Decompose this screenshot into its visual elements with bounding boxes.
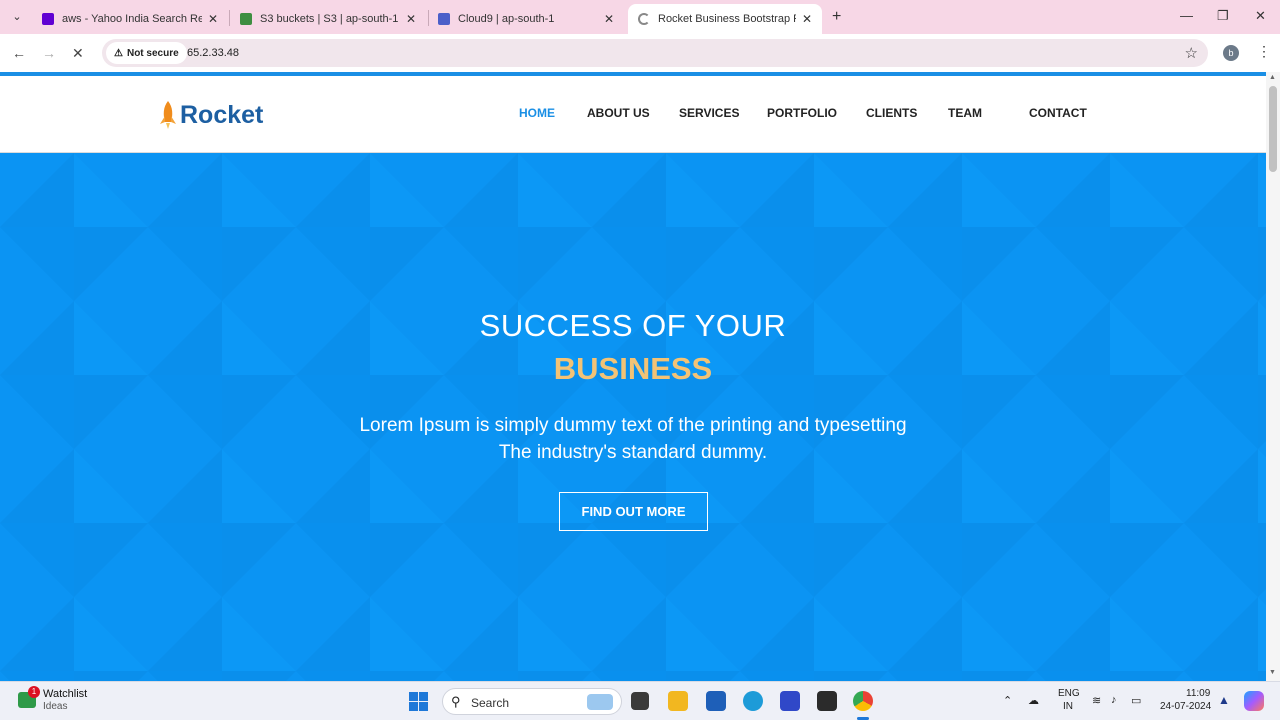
bookmark-star-icon[interactable]: ☆ bbox=[1185, 44, 1198, 62]
minimize-icon[interactable]: — bbox=[1180, 8, 1193, 23]
nav-services[interactable]: SERVICES bbox=[679, 106, 739, 120]
language-indicator[interactable]: ENG bbox=[1058, 688, 1080, 699]
new-tab-plus-icon[interactable]: + bbox=[832, 8, 841, 26]
region-indicator: IN bbox=[1063, 701, 1073, 712]
browser-tab-strip: ⌄ aws - Yahoo India Search Results ✕ S3 … bbox=[0, 0, 1280, 34]
scrollbar-thumb[interactable] bbox=[1269, 86, 1277, 172]
nav-clients[interactable]: CLIENTS bbox=[866, 106, 917, 120]
tab-s3-buckets[interactable]: S3 buckets | S3 | ap-south-1 ✕ bbox=[230, 4, 428, 34]
hero-title-highlight: BUSINESS bbox=[553, 351, 713, 386]
tab-cloud9[interactable]: Cloud9 | ap-south-1 ✕ bbox=[428, 4, 626, 34]
tab-label: Cloud9 | ap-south-1 bbox=[458, 13, 555, 25]
hero-section: SUCCESS OF YOUR BUSINESS Lorem Ipsum is … bbox=[0, 153, 1266, 681]
find-out-more-button[interactable]: FIND OUT MORE bbox=[559, 492, 708, 531]
notification-badge: 1 bbox=[28, 686, 40, 698]
vscode-like-app-icon[interactable] bbox=[780, 691, 800, 711]
clock-date: 24-07-2024 bbox=[1160, 701, 1212, 712]
cloud9-icon bbox=[438, 13, 450, 25]
widget-subtitle: Ideas bbox=[43, 701, 68, 712]
s3-icon bbox=[240, 13, 252, 25]
tab-label: aws - Yahoo India Search Results bbox=[62, 13, 202, 25]
browser-menu-icon[interactable]: ⋮ bbox=[1257, 43, 1271, 60]
tab-rocket-active[interactable]: Rocket Business Bootstrap Free ✕ bbox=[628, 4, 822, 34]
nav-team[interactable]: TEAM bbox=[948, 106, 982, 120]
hero-subtitle: Lorem Ipsum is simply dummy text of the … bbox=[359, 415, 907, 436]
windows-start-icon[interactable] bbox=[409, 692, 428, 711]
site-logo[interactable]: Rocket bbox=[158, 100, 263, 130]
close-icon[interactable]: ✕ bbox=[802, 12, 812, 26]
tab-yahoo[interactable]: aws - Yahoo India Search Results ✕ bbox=[32, 4, 228, 34]
widget-title[interactable]: Watchlist bbox=[43, 688, 87, 700]
tab-search-chevron-icon[interactable]: ⌄ bbox=[8, 8, 26, 26]
close-icon[interactable]: ✕ bbox=[406, 12, 416, 26]
microsoft-store-icon[interactable] bbox=[706, 691, 726, 711]
tab-label: S3 buckets | S3 | ap-south-1 bbox=[260, 13, 399, 25]
security-label: Not secure bbox=[126, 47, 179, 59]
profile-avatar[interactable]: b bbox=[1223, 45, 1239, 61]
file-explorer-icon[interactable] bbox=[668, 691, 688, 711]
battery-icon[interactable]: ▭ bbox=[1131, 694, 1141, 707]
page-scrollbar[interactable]: ▲ ▼ bbox=[1266, 72, 1280, 681]
address-bar[interactable]: ⚠ Not secure 65.2.33.48 ☆ bbox=[102, 39, 1208, 67]
scroll-down-icon[interactable]: ▼ bbox=[1269, 669, 1276, 676]
web-page: Rocket HOME ABOUT US SERVICES PORTFOLIO … bbox=[0, 72, 1266, 681]
browser-toolbar: ← → ✕ ⚠ Not secure 65.2.33.48 ☆ b ⋮ bbox=[0, 34, 1280, 72]
back-arrow-icon[interactable]: ← bbox=[12, 45, 26, 61]
tab-label: Rocket Business Bootstrap Free bbox=[658, 13, 796, 25]
nav-about-us[interactable]: ABOUT US bbox=[587, 106, 650, 120]
wifi-icon[interactable]: ≋ bbox=[1092, 694, 1101, 707]
nav-contact[interactable]: CONTACT bbox=[1029, 106, 1087, 120]
search-placeholder: Search bbox=[471, 696, 510, 710]
copilot-icon[interactable] bbox=[1244, 691, 1264, 711]
window-close-icon[interactable]: ✕ bbox=[1255, 8, 1266, 24]
nav-home[interactable]: HOME bbox=[519, 106, 555, 120]
hero-title: SUCCESS OF YOUR bbox=[479, 308, 787, 343]
site-header: Rocket HOME ABOUT US SERVICES PORTFOLIO … bbox=[0, 76, 1266, 153]
search-highlight-icon bbox=[587, 694, 613, 710]
windows-taskbar: 1 Watchlist Ideas ⚲ Search ⌃ ☁ ENG IN ≋ … bbox=[0, 681, 1280, 720]
terminal-app-icon[interactable] bbox=[817, 691, 837, 711]
url-text[interactable]: 65.2.33.48 bbox=[187, 47, 239, 59]
warning-icon: ⚠ bbox=[114, 47, 123, 59]
loading-icon bbox=[638, 13, 650, 25]
taskbar-search-box[interactable]: ⚲ Search bbox=[442, 688, 622, 715]
speaker-icon[interactable]: ♪ bbox=[1111, 694, 1117, 706]
search-icon: ⚲ bbox=[451, 694, 461, 709]
security-chip[interactable]: ⚠ Not secure bbox=[106, 42, 187, 64]
close-icon[interactable]: ✕ bbox=[208, 12, 218, 26]
clock-time[interactable]: 11:09 bbox=[1186, 688, 1210, 699]
task-view-icon[interactable] bbox=[631, 692, 649, 710]
scroll-up-icon[interactable]: ▲ bbox=[1269, 74, 1276, 81]
close-icon[interactable]: ✕ bbox=[604, 12, 614, 26]
yahoo-icon bbox=[42, 13, 54, 25]
onedrive-cloud-icon[interactable]: ☁ bbox=[1028, 694, 1039, 707]
logo-text: Rocket bbox=[180, 100, 264, 129]
stop-loading-icon[interactable]: ✕ bbox=[72, 45, 84, 62]
restore-icon[interactable]: ❐ bbox=[1217, 8, 1229, 24]
chrome-icon[interactable] bbox=[853, 691, 873, 711]
rocket-icon bbox=[160, 101, 176, 129]
hero-subtitle-second: The industry's standard dummy. bbox=[498, 442, 768, 463]
chevron-up-icon[interactable]: ⌃ bbox=[1003, 694, 1012, 707]
notification-bell-icon[interactable]: ▲ bbox=[1218, 693, 1230, 707]
forward-arrow-icon[interactable]: → bbox=[42, 45, 56, 61]
nav-portfolio[interactable]: PORTFOLIO bbox=[767, 106, 837, 120]
edge-browser-icon[interactable] bbox=[743, 691, 763, 711]
